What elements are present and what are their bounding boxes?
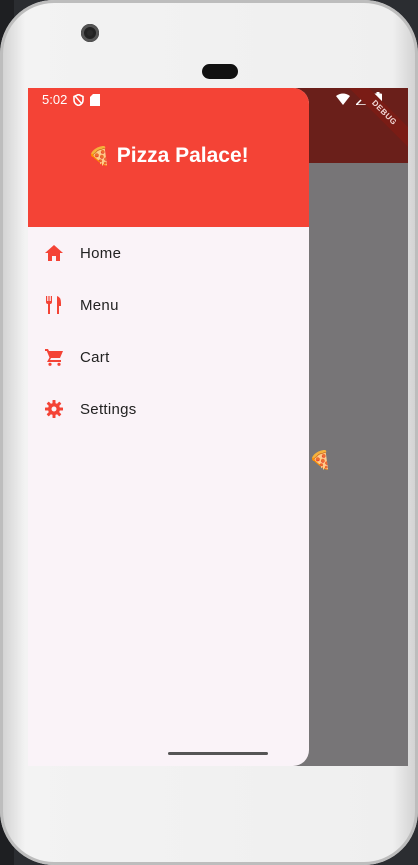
drawer-title: 🍕 Pizza Palace! [28, 144, 309, 168]
menu-item-label: Cart [80, 348, 110, 366]
menu-item-label: Settings [80, 400, 137, 418]
device-screen: DEBUG ! 🍕 5:02 🍕 Pizza Palace! Home Menu… [28, 88, 408, 766]
menu-item-menu[interactable]: Menu [28, 279, 309, 331]
navigation-drawer: 5:02 🍕 Pizza Palace! Home Menu Cart Sett… [28, 88, 309, 766]
drawer-title-text: Pizza Palace! [116, 144, 249, 167]
home-icon [44, 243, 64, 263]
pizza-icon: 🍕 [88, 146, 111, 166]
gear-icon [44, 399, 64, 419]
phone-frame: DEBUG ! 🍕 5:02 🍕 Pizza Palace! Home Menu… [0, 0, 418, 865]
drawer-header: 5:02 🍕 Pizza Palace! [28, 88, 309, 227]
cart-icon [44, 347, 64, 367]
restaurant-icon [44, 295, 64, 315]
menu-item-label: Menu [80, 296, 119, 314]
menu-item-home[interactable]: Home [28, 227, 309, 279]
status-bar-left: 5:02 [42, 92, 101, 107]
shield-icon [73, 93, 85, 106]
wifi-icon [336, 93, 350, 105]
menu-item-label: Home [80, 244, 122, 262]
status-time: 5:02 [42, 92, 68, 107]
earpiece-speaker [202, 64, 238, 79]
sd-card-icon [90, 93, 101, 106]
gesture-navigation-bar[interactable] [168, 752, 268, 755]
menu-item-cart[interactable]: Cart [28, 331, 309, 383]
drawer-menu: Home Menu Cart Settings [28, 227, 309, 435]
menu-item-settings[interactable]: Settings [28, 383, 309, 435]
front-camera [81, 24, 99, 42]
